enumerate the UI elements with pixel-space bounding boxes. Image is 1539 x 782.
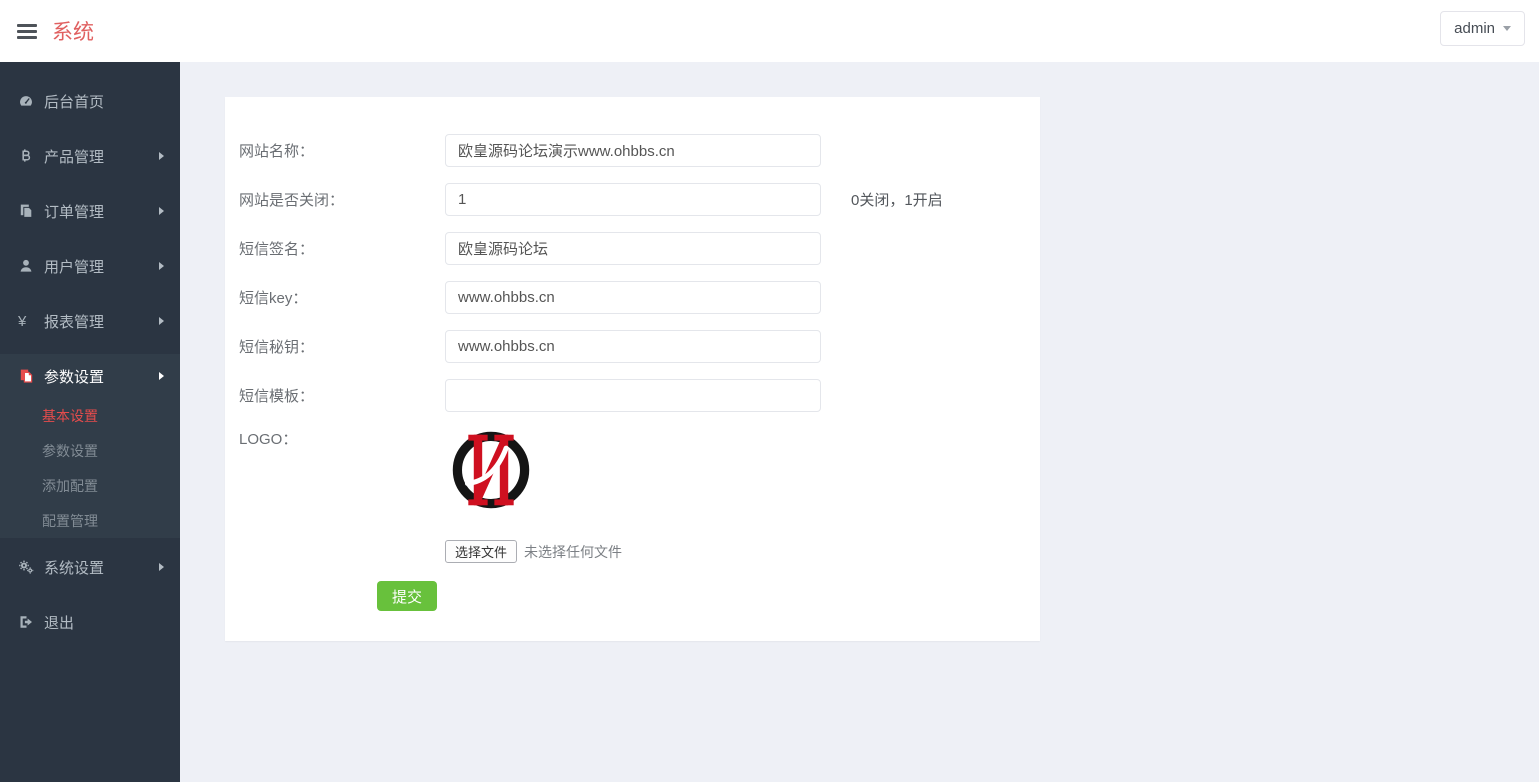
caret-down-icon: [1503, 26, 1511, 31]
field-label: 网站名称：: [239, 140, 445, 161]
user-icon: [18, 258, 44, 274]
field-label: 网站是否关闭：: [239, 189, 445, 210]
form-row-logo: LOGO：: [239, 428, 1040, 563]
file-status-text: 未选择任何文件: [524, 542, 622, 562]
chevron-right-icon: [159, 563, 164, 571]
form-row-sms-secret: 短信秘钥：: [239, 330, 1040, 363]
sms-template-input[interactable]: [445, 379, 821, 412]
bitcoin-icon: [18, 148, 44, 164]
sidebar-subitem-param-settings[interactable]: 参数设置: [0, 433, 180, 468]
user-menu-label: admin: [1454, 20, 1495, 37]
sidebar-item-label: 报表管理: [44, 311, 104, 332]
brand-title[interactable]: 系统: [52, 16, 94, 46]
file-red-icon: [18, 368, 44, 384]
sidebar-item-label: 用户管理: [44, 256, 104, 277]
site-name-input[interactable]: [445, 134, 821, 167]
sidebar-item-reports[interactable]: ¥ 报表管理: [0, 299, 180, 343]
sidebar-group-params: 参数设置 基本设置 参数设置 添加配置 配置管理: [0, 354, 180, 538]
site-closed-input[interactable]: [445, 183, 821, 216]
sidebar-item-label: 参数设置: [44, 366, 104, 387]
sidebar-subitem-basic-settings[interactable]: 基本设置: [0, 398, 180, 433]
file-input-row: 选择文件 未选择任何文件: [445, 540, 622, 563]
signout-icon: [18, 614, 44, 630]
sms-secret-input[interactable]: [445, 330, 821, 363]
sidebar-item-label: 系统设置: [44, 557, 104, 578]
chevron-right-icon: [159, 372, 164, 380]
sidebar-item-label: 后台首页: [44, 91, 104, 112]
form-row-site-name: 网站名称：: [239, 134, 1040, 167]
chevron-right-icon: [159, 262, 164, 270]
sidebar-subitem-label: 配置管理: [42, 511, 98, 531]
settings-form-card: 网站名称： 网站是否关闭： 0关闭，1开启 短信签名： 短信key： 短信秘钥：: [225, 97, 1040, 641]
sidebar-item-products[interactable]: 产品管理: [0, 134, 180, 178]
sidebar-item-label: 订单管理: [44, 201, 104, 222]
sidebar-subitem-config-manage[interactable]: 配置管理: [0, 503, 180, 538]
field-label: 短信key：: [239, 287, 445, 308]
field-label: 短信模板：: [239, 385, 445, 406]
chevron-right-icon: [159, 317, 164, 325]
gears-icon: [18, 559, 44, 575]
form-row-sms-template: 短信模板：: [239, 379, 1040, 412]
user-menu-button[interactable]: admin: [1440, 11, 1525, 46]
sidebar-item-system[interactable]: 系统设置: [0, 545, 180, 589]
sidebar-item-label: 产品管理: [44, 146, 104, 167]
sidebar-item-params[interactable]: 参数设置: [0, 354, 180, 398]
sidebar-subitem-label: 添加配置: [42, 476, 98, 496]
sidebar-subitem-label: 基本设置: [42, 406, 98, 426]
copy-icon: [18, 203, 44, 219]
sidebar-item-orders[interactable]: 订单管理: [0, 189, 180, 233]
sidebar-item-home[interactable]: 后台首页: [0, 79, 180, 123]
field-label: 短信签名：: [239, 238, 445, 259]
field-label: 短信秘钥：: [239, 336, 445, 357]
sidebar-subitem-label: 参数设置: [42, 441, 98, 461]
yen-icon: ¥: [18, 313, 44, 330]
form-row-sms-key: 短信key：: [239, 281, 1040, 314]
sms-sign-input[interactable]: [445, 232, 821, 265]
main-content: 网站名称： 网站是否关闭： 0关闭，1开启 短信签名： 短信key： 短信秘钥：: [180, 62, 1539, 782]
sidebar-item-label: 退出: [44, 612, 74, 633]
submit-button[interactable]: 提交: [377, 581, 437, 611]
menu-toggle-icon[interactable]: [15, 20, 39, 43]
form-row-sms-sign: 短信签名：: [239, 232, 1040, 265]
sidebar-submenu: 基本设置 参数设置 添加配置 配置管理: [0, 398, 180, 538]
sidebar-menu: 后台首页 产品管理: [0, 62, 180, 644]
sms-key-input[interactable]: [445, 281, 821, 314]
chevron-right-icon: [159, 152, 164, 160]
chevron-right-icon: [159, 207, 164, 215]
top-navbar: 系统 admin: [0, 0, 1539, 62]
choose-file-button[interactable]: 选择文件: [445, 540, 517, 563]
sidebar-subitem-add-config[interactable]: 添加配置: [0, 468, 180, 503]
dashboard-icon: [18, 93, 44, 109]
sidebar-item-users[interactable]: 用户管理: [0, 244, 180, 288]
field-hint: 0关闭，1开启: [851, 189, 943, 210]
sidebar-item-logout[interactable]: 退出: [0, 600, 180, 644]
sidebar: 后台首页 产品管理: [0, 62, 180, 782]
form-row-site-closed: 网站是否关闭： 0关闭，1开启: [239, 183, 1040, 216]
field-label: LOGO：: [239, 428, 445, 449]
logo-image: [449, 428, 533, 512]
